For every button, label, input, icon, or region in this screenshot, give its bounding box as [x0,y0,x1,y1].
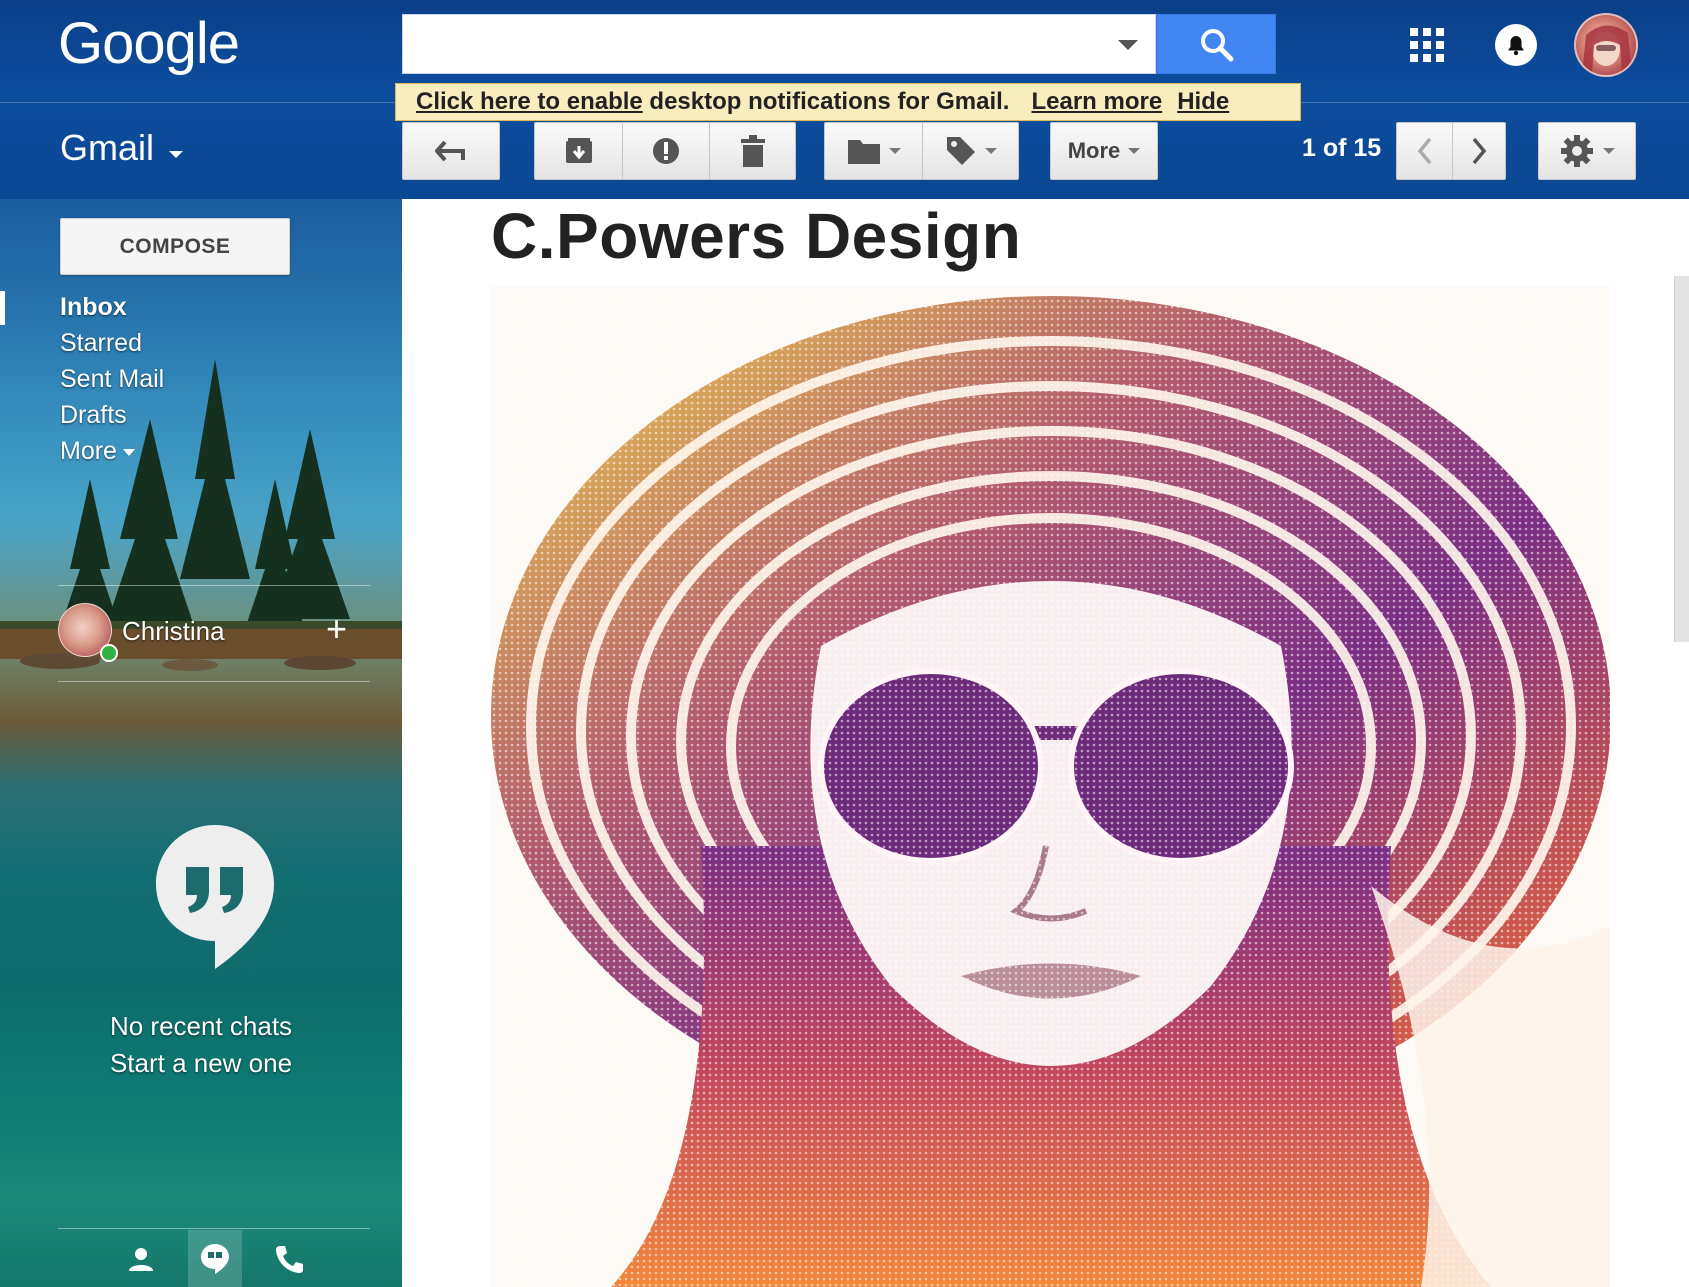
search-input[interactable] [403,15,1093,73]
hide-banner-link[interactable]: Hide [1177,88,1229,116]
halftone-portrait-illustration [491,286,1610,1287]
app-header: Google Click here to enable desktop noti… [0,0,1689,199]
search-box[interactable] [402,14,1156,74]
gear-icon [1561,135,1593,167]
nav-item-more-label: More [60,437,117,465]
no-recent-chats-text: No recent chats [109,1011,293,1041]
more-actions-button[interactable]: More [1050,122,1158,180]
archive-icon [565,138,592,163]
chat-section-divider [58,585,370,586]
nav-item-drafts[interactable]: Drafts [60,401,127,430]
chevron-down-icon [1128,148,1141,154]
hangouts-quote-icon [201,1243,229,1274]
chat-section-divider [58,681,370,682]
chevron-left-icon [1417,137,1431,165]
chevron-down-icon [984,148,997,154]
labels-button[interactable] [922,123,1018,179]
phone-tab[interactable] [262,1230,316,1287]
avatar-photo [1582,25,1632,75]
enable-notifications-link[interactable]: Click here to enable [416,88,643,116]
scrollbar-thumb[interactable] [1674,276,1689,642]
online-status-dot [100,644,118,662]
gmail-app-switcher[interactable]: Gmail [60,127,154,169]
delete-button[interactable] [709,123,795,179]
nav-item-starred[interactable]: Starred [60,329,142,358]
nav-item-more[interactable]: More [60,437,135,466]
folder-icon [847,140,880,164]
delete-icon [740,135,765,167]
notifications-button[interactable] [1495,24,1537,66]
more-actions-label: More [1067,138,1121,163]
chevron-right-icon [1472,137,1487,165]
hangouts-tab[interactable] [188,1230,242,1287]
new-chat-plus-icon[interactable]: + [326,611,347,647]
google-logo[interactable]: Google [58,10,240,77]
message-hero-image [491,286,1610,1287]
older-button[interactable] [1452,123,1505,179]
search-options-dropdown-icon[interactable] [1118,40,1138,50]
newer-button[interactable] [1397,123,1452,179]
apps-grid-icon[interactable] [1409,27,1445,63]
start-new-chat-link[interactable]: Start a new one [0,1048,402,1079]
chevron-down-icon [1603,148,1615,154]
active-nav-indicator [0,291,5,325]
settings-button[interactable] [1538,122,1636,180]
search-icon [1201,29,1234,62]
chat-user-name[interactable]: Christina [122,616,225,647]
sidebar-bottom-divider [58,1228,370,1229]
label-icon [946,137,975,165]
sidebar: COMPOSE Inbox Starred Sent Mail Drafts M… [0,199,402,1287]
chevron-down-icon[interactable] [169,151,183,158]
report-spam-button[interactable] [622,123,709,179]
organize-button-group [824,122,1019,180]
action-button-group [534,122,796,180]
person-icon [129,1247,153,1271]
pagination-count: 1 of 15 [1302,134,1382,162]
account-avatar[interactable] [1574,13,1638,77]
phone-icon [276,1245,303,1273]
report-spam-icon [653,138,679,164]
notification-banner: Click here to enable desktop notificatio… [395,83,1301,121]
nav-item-inbox[interactable]: Inbox [60,293,127,322]
learn-more-link[interactable]: Learn more [1031,88,1162,116]
chevron-down-icon [888,148,901,154]
nav-item-sent-mail[interactable]: Sent Mail [60,365,164,394]
back-arrow-icon [435,140,465,162]
message-title: C.Powers Design [491,200,1022,272]
back-to-inbox-button[interactable] [402,122,500,180]
message-view: C.Powers Design [402,199,1689,1287]
banner-message: desktop notifications for Gmail. [649,88,1010,115]
contacts-tab[interactable] [114,1230,168,1287]
move-to-button[interactable] [825,123,922,179]
hangouts-quote-icon [156,825,274,969]
archive-button[interactable] [535,123,622,179]
compose-button[interactable]: COMPOSE [60,218,290,275]
search-button[interactable] [1156,14,1276,74]
notification-bell-icon [1508,36,1524,56]
pagination-controls [1396,122,1506,180]
chevron-down-icon [122,448,135,456]
